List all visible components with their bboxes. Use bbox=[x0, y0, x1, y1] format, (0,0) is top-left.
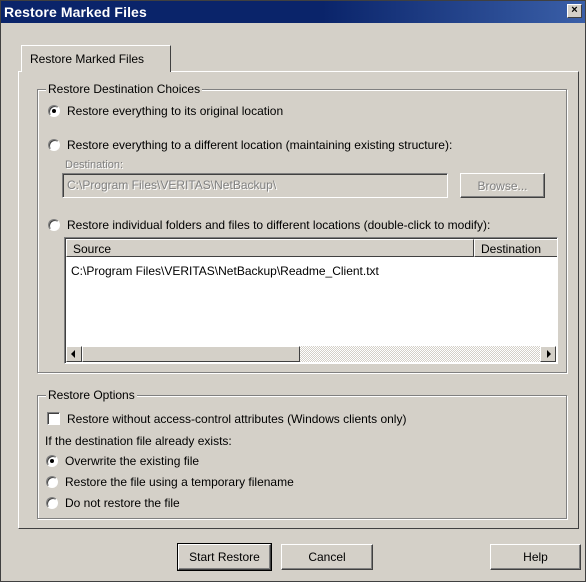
scroll-track[interactable] bbox=[300, 346, 540, 362]
window-title: Restore Marked Files bbox=[4, 4, 147, 20]
title-bar[interactable]: Restore Marked Files × bbox=[1, 1, 585, 23]
start-restore-button-label: Start Restore bbox=[189, 550, 260, 564]
cancel-button[interactable]: Cancel bbox=[281, 544, 373, 570]
tab-restore-marked-files[interactable]: Restore Marked Files bbox=[21, 45, 171, 72]
file-exists-label: If the destination file already exists: bbox=[45, 434, 232, 448]
restore-list[interactable]: Source Destination C:\Program Files\VERI… bbox=[64, 237, 558, 364]
radio-original-location[interactable] bbox=[48, 105, 60, 117]
arrow-left-icon bbox=[71, 350, 75, 358]
tab-label: Restore Marked Files bbox=[30, 52, 145, 66]
restore-dialog: Restore Marked Files × Restore Marked Fi… bbox=[0, 0, 586, 582]
radio-original-location-label[interactable]: Restore everything to its original locat… bbox=[67, 104, 283, 118]
radio-overwrite-label[interactable]: Overwrite the existing file bbox=[65, 454, 199, 468]
radio-different-location[interactable] bbox=[48, 139, 60, 151]
browse-button[interactable]: Browse... bbox=[460, 173, 545, 198]
help-button[interactable]: Help bbox=[490, 544, 581, 570]
scroll-thumb[interactable] bbox=[82, 346, 300, 362]
help-button-label: Help bbox=[523, 550, 548, 564]
radio-temporary-filename-label[interactable]: Restore the file using a temporary filen… bbox=[65, 475, 294, 489]
column-header-source-label: Source bbox=[73, 242, 112, 256]
arrow-right-icon bbox=[547, 350, 551, 358]
radio-temporary-filename[interactable] bbox=[46, 476, 58, 488]
radio-individual-locations[interactable] bbox=[48, 219, 60, 231]
radio-different-location-label[interactable]: Restore everything to a different locati… bbox=[67, 138, 452, 152]
column-header-destination[interactable]: Destination bbox=[474, 239, 557, 257]
list-item[interactable]: C:\Program Files\VERITAS\NetBackup\Readm… bbox=[71, 264, 379, 278]
checkbox-without-acl-label[interactable]: Restore without access-control attribute… bbox=[67, 412, 406, 426]
destination-label: Destination: bbox=[65, 159, 124, 171]
browse-button-label: Browse... bbox=[477, 179, 528, 193]
radio-do-not-restore[interactable] bbox=[46, 497, 58, 509]
start-restore-button[interactable]: Start Restore bbox=[177, 543, 272, 571]
scroll-right-button[interactable] bbox=[540, 346, 556, 362]
column-header-destination-label: Destination bbox=[481, 242, 542, 256]
destination-group-label: Restore Destination Choices bbox=[46, 82, 203, 96]
destination-input-value: C:\Program Files\VERITAS\NetBackup\ bbox=[67, 178, 277, 192]
horizontal-scrollbar[interactable] bbox=[66, 346, 556, 362]
column-header-source[interactable]: Source bbox=[66, 239, 474, 257]
close-icon: × bbox=[571, 4, 578, 16]
radio-individual-locations-label[interactable]: Restore individual folders and files to … bbox=[67, 218, 490, 232]
radio-overwrite[interactable] bbox=[46, 455, 58, 467]
checkbox-without-acl[interactable] bbox=[47, 412, 60, 425]
list-item-source: C:\Program Files\VERITAS\NetBackup\Readm… bbox=[71, 264, 379, 278]
cancel-button-label: Cancel bbox=[308, 550, 346, 564]
radio-do-not-restore-label[interactable]: Do not restore the file bbox=[65, 496, 180, 510]
destination-input[interactable]: C:\Program Files\VERITAS\NetBackup\ bbox=[62, 173, 448, 198]
scroll-left-button[interactable] bbox=[66, 346, 82, 362]
close-button[interactable]: × bbox=[567, 4, 582, 18]
options-group-label: Restore Options bbox=[46, 388, 137, 402]
